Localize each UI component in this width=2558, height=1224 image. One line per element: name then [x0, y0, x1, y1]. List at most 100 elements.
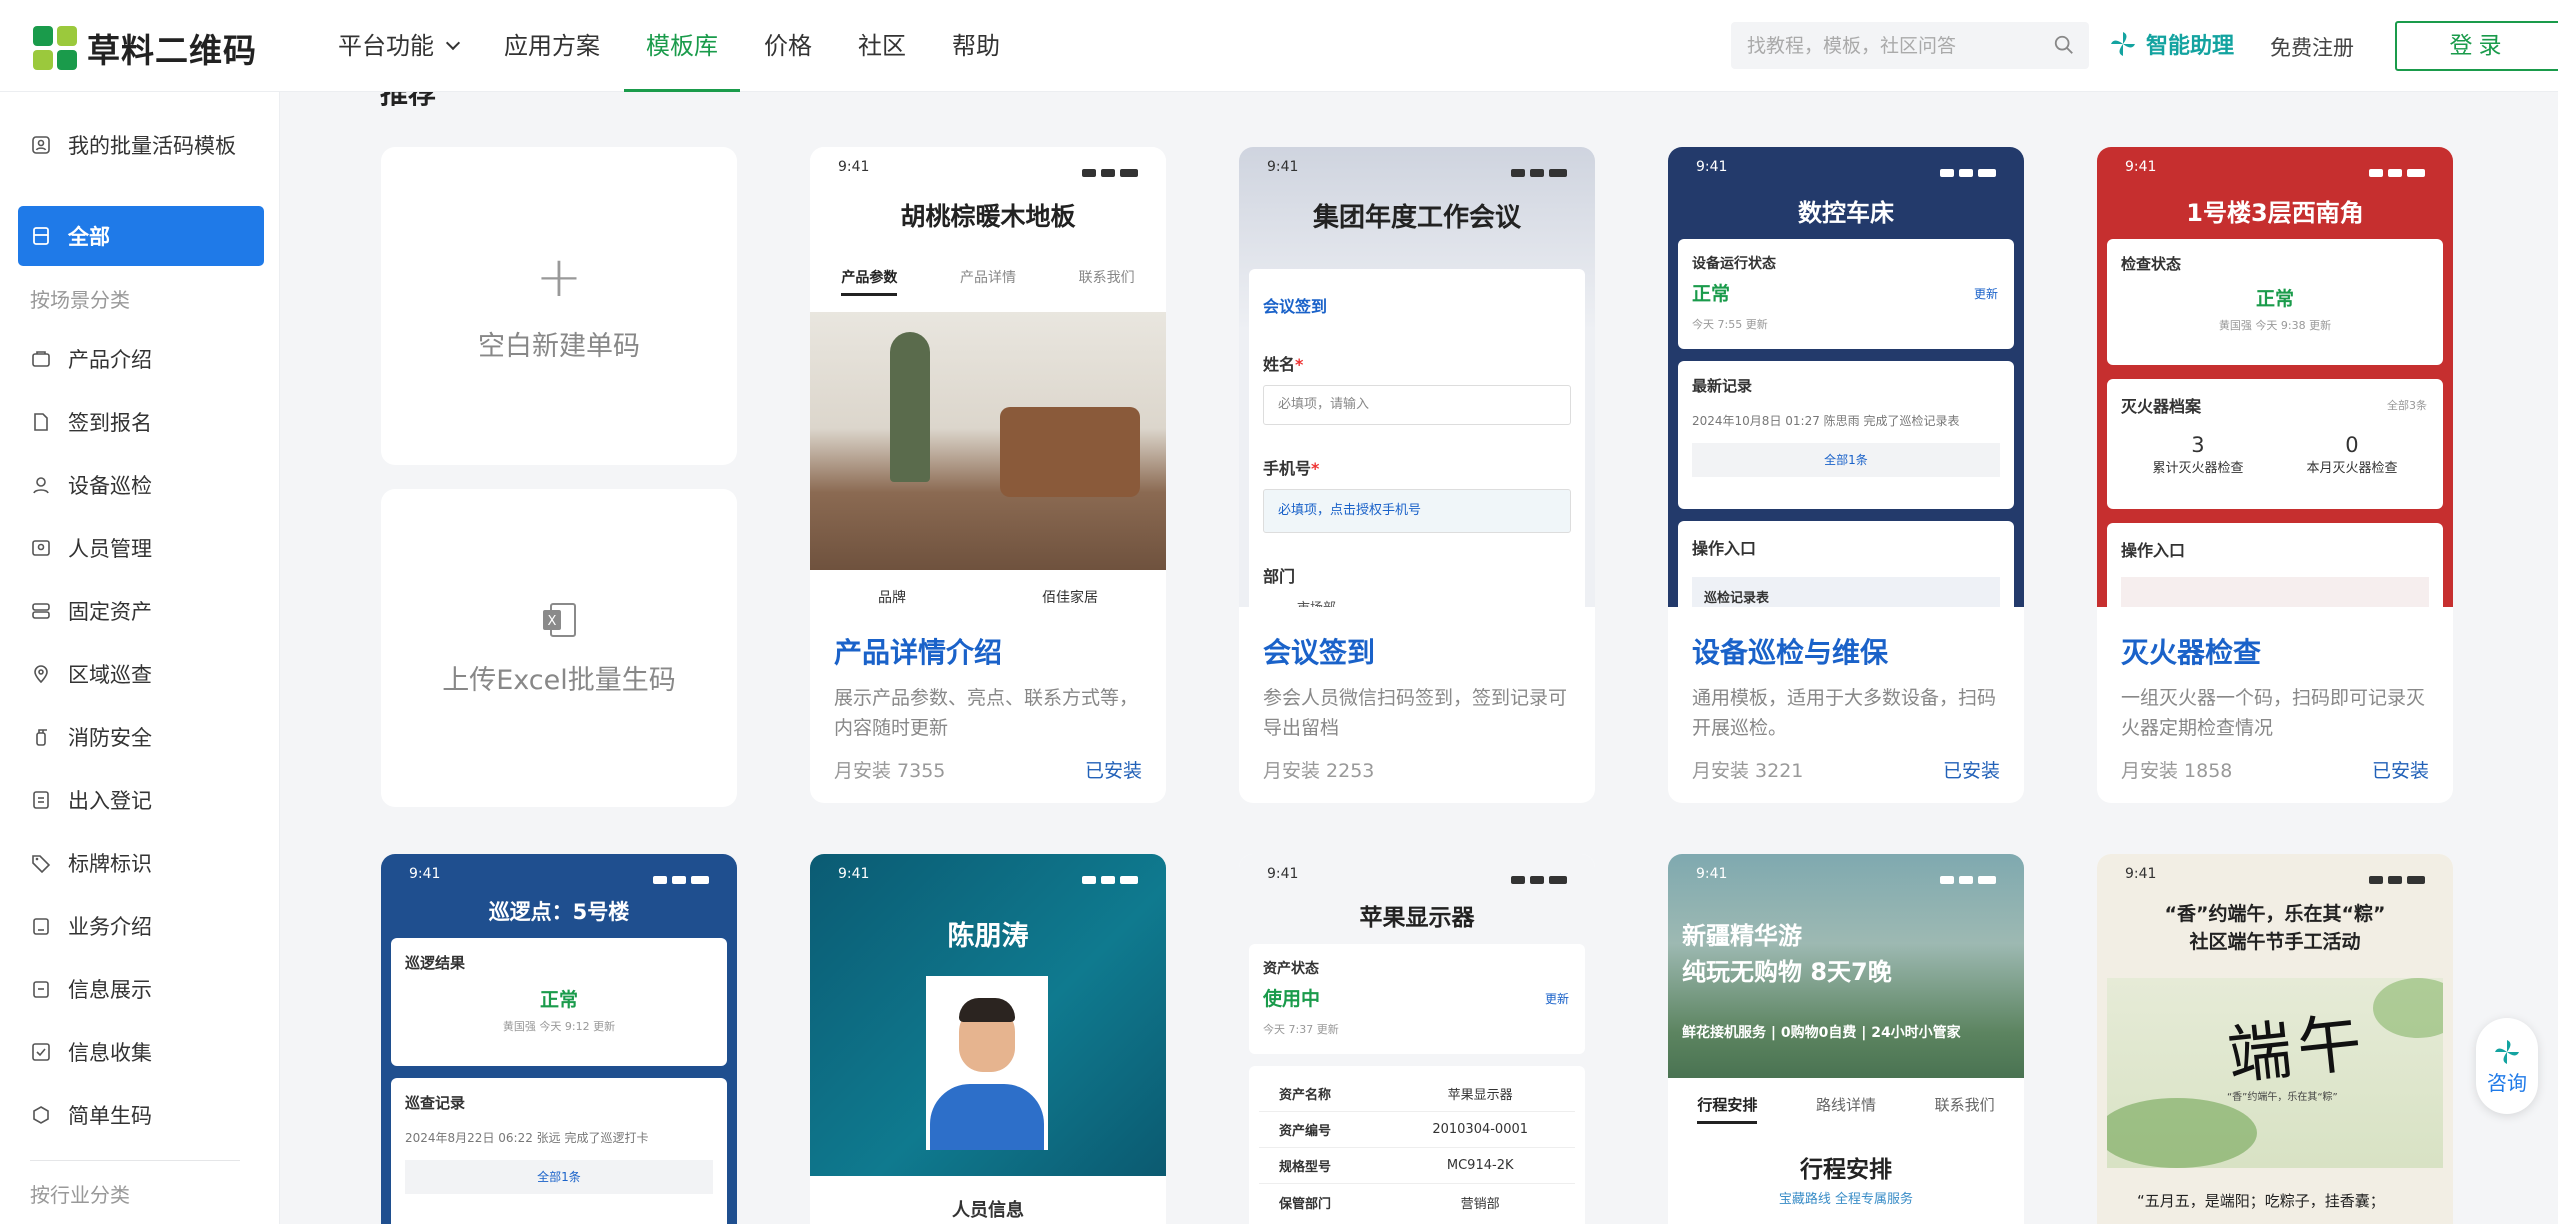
sidebar-item-label: 区域巡查 [68, 663, 152, 687]
log-icon [30, 789, 52, 811]
new-single-code-card[interactable]: + 空白新建单码 [381, 147, 737, 465]
sidebar-divider [30, 1160, 240, 1161]
template-card-festival[interactable]: 9:41 “香”约端午，乐在其“粽” 社区端午节手工活动 端午 “香”约端午，乐… [2097, 854, 2453, 1224]
template-card-travel[interactable]: 9:41 新疆精华游 纯玩无购物 8天7晚 鲜花接机服务 | 0购物0自费 | … [1668, 854, 2024, 1224]
template-card-patrol[interactable]: 9:41 巡逻点：5号楼 巡逻结果 正常 黄国强 今天 9:12 更新 巡查记录… [381, 854, 737, 1224]
card-preview: 9:41 集团年度工作会议 会议签到 姓名* 必填项，请输入 手机号* 必填项，… [1239, 147, 1595, 607]
pinwheel-icon [2495, 1039, 2519, 1064]
card-preview: 9:41 巡逻点：5号楼 巡逻结果 正常 黄国强 今天 9:12 更新 巡查记录… [381, 854, 737, 1224]
status-time: 9:41 [1267, 159, 1299, 175]
sidebar-item-label: 业务介绍 [68, 915, 152, 939]
template-card-device[interactable]: 9:41 数控车床 设备运行状态 正常 更新 今天 7:55 更新 最新记录 2… [1668, 147, 2024, 803]
installed-badge: 已安装 [1084, 760, 1142, 782]
extinguisher-icon [30, 726, 52, 748]
info-panel: 人员信息 [810, 1176, 1166, 1224]
sidebar-item-entry-log[interactable]: 出入登记 [18, 770, 264, 830]
row-label: 保管部门 [1279, 1196, 1332, 1212]
phone-label: 手机号 [1263, 459, 1312, 478]
record-text: 2024年8月22日 06:22 张远 完成了巡逻打卡 [405, 1131, 649, 1145]
itinerary-title: 行程安排 [1800, 1157, 1892, 1183]
update-link: 更新 [1544, 992, 1569, 1006]
sidebar-item-label: 全部 [68, 225, 110, 249]
table-row: 资产名称 苹果显示器 [1259, 1076, 1575, 1112]
sidebar-item-label: 我的批量活码模板 [68, 134, 236, 158]
smart-assistant-button[interactable]: 智能助理 [2108, 28, 2234, 60]
nav-pricing[interactable]: 价格 [764, 0, 812, 92]
group-by-industry[interactable]: 按行业分类 [30, 1179, 130, 1208]
festival-text: “五月五，是端阳；吃粽子，挂香囊； [2137, 1192, 2385, 1210]
template-card-asset[interactable]: 9:41 苹果显示器 资产状态 使用中 更新 今天 7:37 更新 资产名称 苹果… [1239, 854, 1595, 1224]
status-label: 检查状态 [2121, 255, 2182, 273]
sidebar-item-business[interactable]: 业务介绍 [18, 896, 264, 956]
sidebar-item-signage[interactable]: 标牌标识 [18, 833, 264, 893]
bookmark-icon [30, 225, 52, 247]
patrol-records-card: 巡查记录 2024年8月22日 06:22 张远 完成了巡逻打卡 全部1条 [391, 1078, 727, 1224]
register-link[interactable]: 免费注册 [2270, 32, 2354, 62]
dept-option: 市场部 [1263, 597, 1571, 607]
login-button[interactable]: 登录 [2395, 21, 2558, 71]
sidebar-item-product[interactable]: 产品介绍 [18, 329, 264, 389]
card-info: 会议签到 参会人员微信扫码签到，签到记录可导出留档 月安装 2253 [1239, 607, 1595, 803]
table-row: 规格型号 MC914-2K [1259, 1148, 1575, 1184]
template-card-extinguisher[interactable]: 9:41 1号楼3层西南角 检查状态 正常 黄国强 今天 9:38 更新 灭火器… [2097, 147, 2453, 803]
festival-heading-2: 社区端午节手工活动 [2189, 931, 2361, 953]
sidebar-item-all[interactable]: 全部 [18, 206, 264, 266]
excel-upload-card[interactable]: X 上传Excel批量生码 [381, 489, 737, 807]
status-time-text: 黄国强 今天 9:38 更新 [2218, 319, 2332, 332]
consult-button[interactable]: 咨询 [2476, 1018, 2538, 1114]
sidebar-item-label: 人员管理 [68, 537, 152, 561]
install-count: 月安装 2253 [1263, 760, 1375, 782]
sidebar-item-checkin[interactable]: 签到报名 [18, 392, 264, 452]
status-label: 设备运行状态 [1692, 256, 1776, 272]
art-caption: “香”约端午，乐在其“粽” [2227, 1092, 2338, 1103]
search-input[interactable] [1731, 22, 2031, 69]
phone-field: 必填项，点击授权手机号 [1263, 489, 1571, 533]
preview-heading: 苹果显示器 [1359, 905, 1475, 931]
sidebar-item-assets[interactable]: 固定资产 [18, 581, 264, 641]
nav-community[interactable]: 社区 [858, 0, 906, 92]
excel-icon: X [543, 602, 576, 637]
required-mark: * [1311, 459, 1320, 478]
sidebar-item-inspection[interactable]: 设备巡检 [18, 455, 264, 515]
sidebar-item-info-collect[interactable]: 信息收集 [18, 1022, 264, 1082]
sidebar-item-label: 签到报名 [68, 411, 152, 435]
sidebar-item-info-display[interactable]: 信息展示 [18, 959, 264, 1019]
chevron-down-icon [445, 35, 461, 51]
row-value: 营销部 [1460, 1196, 1500, 1212]
nav-templates[interactable]: 模板库 [624, 0, 740, 92]
template-card-person[interactable]: 9:41 陈朋涛 人员信息 [810, 854, 1166, 1224]
search-icon[interactable] [2053, 34, 2075, 56]
sidebar-item-simple-code[interactable]: 简单生码 [18, 1085, 264, 1145]
sidebar-item-my-templates[interactable]: 我的批量活码模板 [18, 115, 264, 175]
table-row: 保管部门 营销部 [1259, 1184, 1575, 1220]
template-card-product[interactable]: 9:41 胡桃棕暖木地板 产品参数 产品详情 联系我们 品牌 佰佳家居 产品详情介… [810, 147, 1166, 803]
row-label: 资产名称 [1279, 1088, 1332, 1103]
sidebar-item-area-patrol[interactable]: 区域巡查 [18, 644, 264, 704]
month-checks: 0 [2345, 433, 2359, 457]
entry-item: 巡检记录表 [1692, 577, 2000, 607]
signal-icon [1940, 159, 1996, 187]
nav-platform[interactable]: 平台功能 [338, 0, 461, 92]
name-field: 必填项，请输入 [1263, 385, 1571, 425]
card-preview: 9:41 1号楼3层西南角 检查状态 正常 黄国强 今天 9:38 更新 灭火器… [2097, 147, 2453, 607]
travel-subtitle: 鲜花接机服务 | 0购物0自费 | 24小时小管家 [1682, 1025, 1961, 1041]
status-time: 9:41 [1696, 159, 1728, 175]
document-icon [30, 411, 52, 433]
sidebar-item-fire-safety[interactable]: 消防安全 [18, 707, 264, 767]
sidebar-item-label: 标牌标识 [68, 852, 152, 876]
install-count: 月安装 3221 [1692, 760, 1804, 782]
nav-solutions[interactable]: 应用方案 [504, 0, 600, 92]
sidebar-item-personnel[interactable]: 人员管理 [18, 518, 264, 578]
svg-text:X: X [548, 614, 557, 629]
card-meta: 月安装 1858 已安装 [2121, 756, 2429, 783]
card-preview: 9:41 陈朋涛 人员信息 [810, 854, 1166, 1224]
sidebar-item-label: 信息展示 [68, 978, 152, 1002]
card-description: 展示产品参数、亮点、联系方式等，内容随时更新 [834, 687, 1139, 739]
brand-logo[interactable]: 草料二维码 [33, 24, 257, 72]
nav-help[interactable]: 帮助 [952, 0, 1000, 92]
festival-art: 端午 “香”约端午，乐在其“粽” [2107, 978, 2443, 1168]
sidebar-item-label: 简单生码 [68, 1104, 152, 1128]
template-card-meeting[interactable]: 9:41 集团年度工作会议 会议签到 姓名* 必填项，请输入 手机号* 必填项，… [1239, 147, 1595, 803]
archive-label: 灭火器档案 [2121, 397, 2202, 416]
location-icon [30, 663, 52, 685]
